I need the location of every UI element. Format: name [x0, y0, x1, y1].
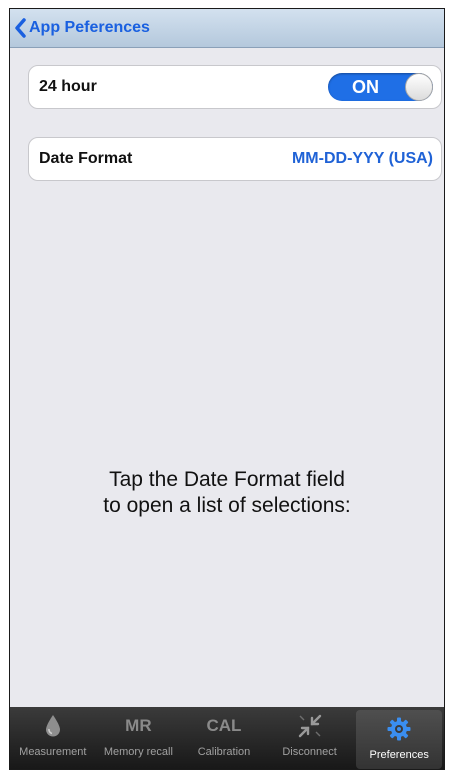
memory-recall-icon: MR [125, 716, 152, 735]
date-format-field[interactable]: Date Format MM-DD-YYY (USA) [28, 137, 442, 181]
gear-icon [386, 710, 412, 748]
hour24-label: 24 hour [39, 78, 97, 95]
disconnect-arrows-icon [296, 707, 324, 745]
tab-preferences-label: Preferences [369, 749, 429, 761]
app-screen: App Peferences 24 hour ON Date Format MM… [9, 8, 445, 770]
calibration-icon: CAL [206, 716, 242, 735]
navigation-bar: App Peferences [10, 9, 444, 48]
hour24-row: 24 hour ON [28, 65, 442, 109]
toggle-knob [405, 73, 433, 101]
tab-memory-recall-label: Memory recall [103, 746, 173, 758]
tab-measurement[interactable]: Measurement [10, 707, 96, 769]
tab-calibration[interactable]: CAL Calibration [181, 707, 267, 769]
tab-preferences[interactable]: Preferences [356, 710, 442, 769]
instruction-line-2: to open a list of selections: [103, 494, 351, 517]
tab-calibration-label: Calibration [197, 746, 251, 758]
instruction-line-1: Tap the Date Format field [109, 468, 345, 491]
instruction-text: Tap the Date Format field to open a list… [10, 467, 444, 519]
tab-disconnect-label: Disconnect [282, 746, 337, 758]
tab-bar: Measurement MR Memory recall CAL Calibra… [10, 707, 444, 769]
date-format-value: MM-DD-YYY (USA) [291, 150, 433, 167]
back-button[interactable]: App Peferences [14, 17, 150, 39]
tab-disconnect[interactable]: Disconnect [267, 707, 353, 769]
toggle-state-text: ON [352, 77, 379, 97]
tab-measurement-label: Measurement [19, 746, 87, 758]
tab-memory-recall[interactable]: MR Memory recall [96, 707, 182, 769]
chevron-left-icon [14, 18, 26, 38]
drop-icon [44, 707, 62, 745]
back-button-label: App Peferences [29, 19, 150, 36]
hour24-toggle[interactable]: ON [328, 73, 433, 101]
date-format-label: Date Format [39, 150, 133, 167]
